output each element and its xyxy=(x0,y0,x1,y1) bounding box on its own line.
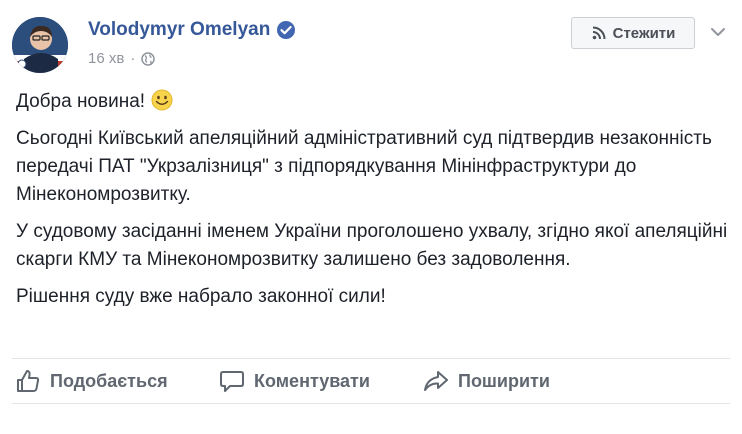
comment-button[interactable]: Коментувати xyxy=(218,359,370,403)
author-name[interactable]: Volodymyr Omelyan xyxy=(88,18,270,42)
post-paragraph-text: Добра новина! xyxy=(16,91,146,112)
post-actions-bar: Подобається Коментувати Поширити xyxy=(12,358,730,404)
meta-separator: · xyxy=(130,50,136,67)
author-header: Volodymyr Omelyan xyxy=(88,18,296,42)
verified-badge-icon xyxy=(277,21,296,39)
post-paragraph: Сьогодні Київський апеляційний адміністр… xyxy=(16,128,712,205)
post-options-button[interactable] xyxy=(706,20,730,44)
follow-button[interactable]: Стежити xyxy=(571,17,695,49)
avatar-image xyxy=(12,17,68,73)
post-timestamp[interactable]: 16 хв xyxy=(88,50,124,67)
share-label: Поширити xyxy=(458,370,550,391)
follow-button-label: Стежити xyxy=(612,24,676,42)
post-paragraph: Рішення суду вже набрало законної сили! xyxy=(16,286,386,307)
chevron-down-icon xyxy=(711,28,725,36)
like-label: Подобається xyxy=(50,370,168,391)
author-avatar[interactable] xyxy=(12,17,68,73)
post-body: Добра новина! Сьогодні Київський апеляці… xyxy=(16,88,728,320)
comment-label: Коментувати xyxy=(254,370,370,391)
post-paragraph: Добра новина! xyxy=(16,88,728,116)
post-meta: 16 хв · xyxy=(88,50,156,67)
facebook-post: Volodymyr Omelyan 16 хв · Стежити Добра … xyxy=(0,0,742,434)
rss-icon xyxy=(592,26,606,40)
comment-bubble-icon xyxy=(220,371,244,392)
smile-emoji-icon xyxy=(151,89,173,111)
post-paragraph: У судовому засіданні іменем України прог… xyxy=(16,221,728,270)
globe-icon[interactable] xyxy=(141,51,156,66)
thumbs-up-icon xyxy=(17,370,40,392)
like-button[interactable]: Подобається xyxy=(14,359,168,403)
share-button[interactable]: Поширити xyxy=(422,359,550,403)
share-arrow-icon xyxy=(424,371,448,391)
